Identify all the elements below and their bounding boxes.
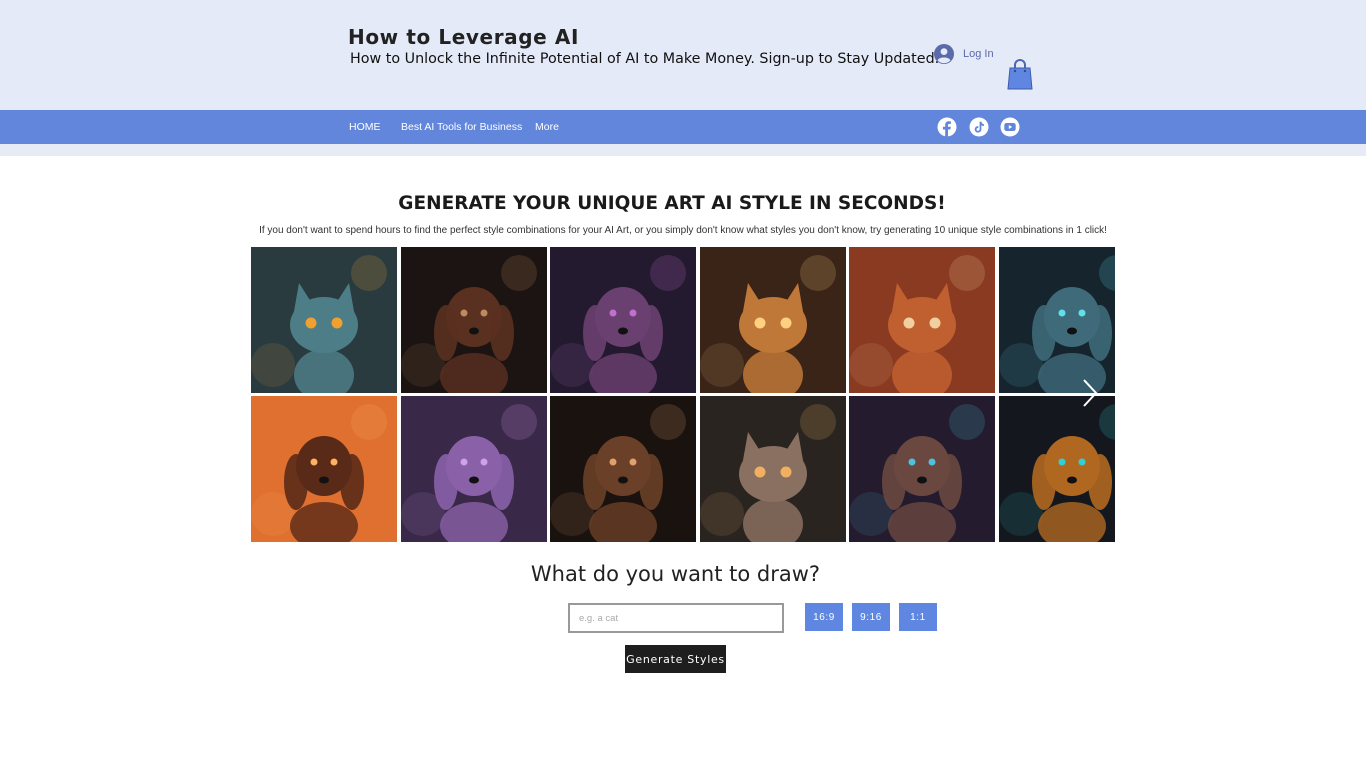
ratio-button-9-16[interactable]: 9:16 [852,603,890,631]
ratio-button-16-9[interactable]: 16:9 [805,603,843,631]
gallery-tile[interactable] [401,396,547,542]
style-gallery [251,247,1115,542]
gallery-tile[interactable] [700,247,846,393]
gallery-tile[interactable] [999,396,1115,542]
youtube-icon[interactable] [1000,117,1020,137]
draw-prompt-heading: What do you want to draw? [530,562,821,586]
shopping-bag-icon[interactable] [1007,58,1033,90]
gallery-tile[interactable] [251,396,397,542]
chevron-right-icon[interactable] [1080,378,1100,408]
site-tagline: How to Unlock the Infinite Potential of … [350,51,940,67]
gallery-tile[interactable] [700,396,846,542]
nav-item-home[interactable]: HOME [349,121,381,133]
login-button[interactable]: Log In [934,44,994,64]
gallery-tile[interactable] [550,396,696,542]
nav-item-more[interactable]: More [535,121,559,133]
gallery-tile[interactable] [849,247,995,393]
facebook-icon[interactable] [937,117,957,137]
gallery-tile[interactable] [849,396,995,542]
main-navigation: HOME Best AI Tools for Business More [0,110,1366,144]
hero-title: GENERATE YOUR UNIQUE ART AI STYLE IN SEC… [398,193,946,214]
nav-underline-strip [0,144,1366,156]
gallery-tile[interactable] [251,247,397,393]
gallery-tile[interactable] [999,247,1115,393]
site-header: How to Leverage AI How to Unlock the Inf… [0,0,1366,110]
site-title[interactable]: How to Leverage AI [348,25,579,49]
gallery-tile[interactable] [401,247,547,393]
prompt-input[interactable] [568,603,784,633]
tiktok-icon[interactable] [969,117,989,137]
nav-item-best-ai-tools[interactable]: Best AI Tools for Business [401,121,522,133]
generate-styles-button[interactable]: Generate Styles [625,645,726,673]
ratio-button-1-1[interactable]: 1:1 [899,603,937,631]
gallery-tile[interactable] [550,247,696,393]
user-avatar-icon [934,44,954,64]
login-label: Log In [963,48,994,60]
hero-subtitle: If you don't want to spend hours to find… [259,225,1107,236]
